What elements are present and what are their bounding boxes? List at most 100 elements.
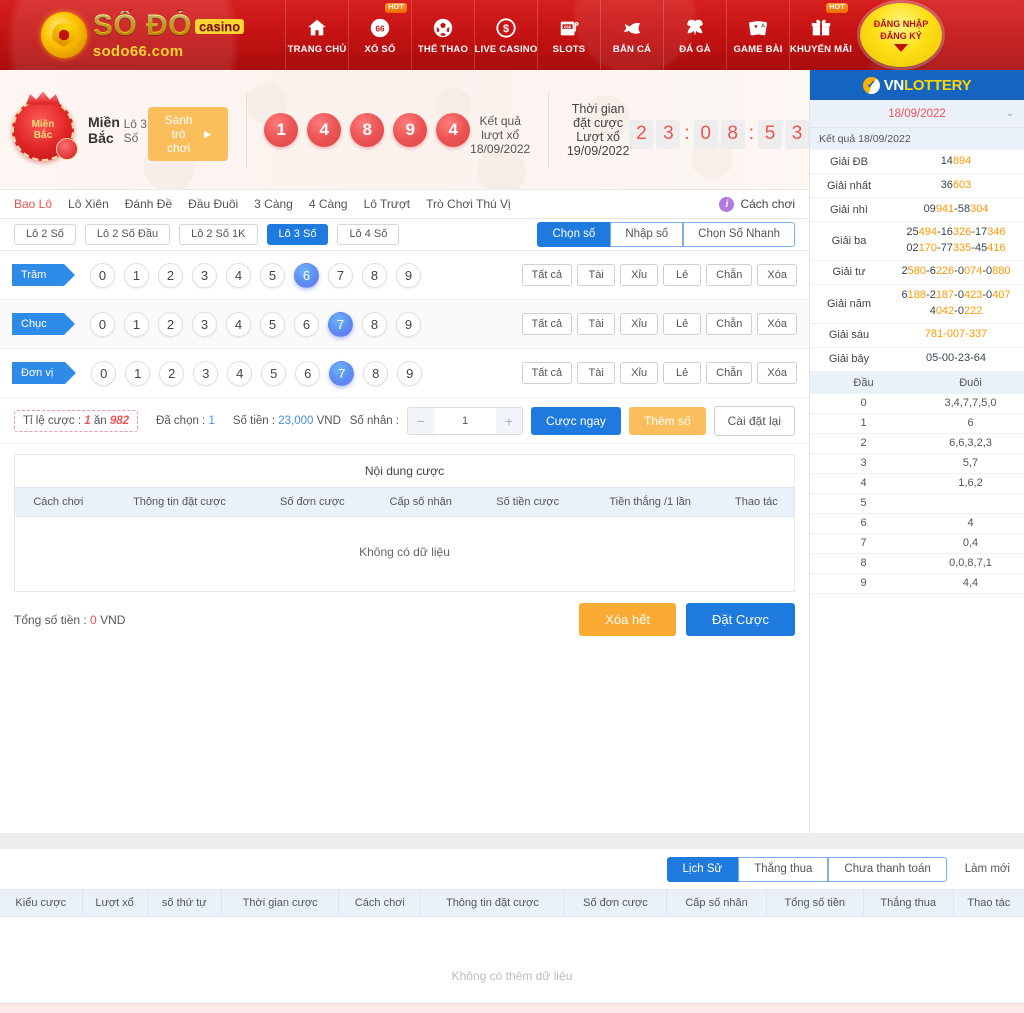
increment-button[interactable]: + [496,407,522,434]
game-tab-2[interactable]: Đánh Đề [125,197,172,211]
digit-button-0[interactable]: 0 [91,360,117,386]
digit-button-1[interactable]: 1 [124,262,149,288]
digit-button-0[interactable]: 0 [90,311,115,337]
digit-button-6[interactable]: 6 [295,360,321,386]
prize-label: Giải nhất [826,179,872,192]
bet-subtab-3[interactable]: Lô 3 Số [266,224,329,245]
row-action-5[interactable]: Xóa [757,263,797,287]
nav-item-2[interactable]: THỂ THAO [411,0,474,70]
reset-button[interactable]: Cài đặt lại [713,405,795,436]
row-action-3[interactable]: Lẻ [663,312,702,336]
game-tab-3[interactable]: Đầu Đuôi [188,197,238,211]
game-tab-5[interactable]: 4 Càng [309,197,348,211]
row-action-4[interactable]: Chẵn [706,361,753,385]
row-action-0[interactable]: Tất cả [521,361,573,385]
digit-button-1[interactable]: 1 [124,311,149,337]
row-action-1[interactable]: Tài [577,263,616,287]
digit-button-9[interactable]: 9 [396,262,421,288]
duoi-value: 0,4 [962,536,979,549]
row-action-2[interactable]: Xỉu [620,263,659,287]
digit-button-5[interactable]: 5 [260,311,285,337]
digit-button-3[interactable]: 3 [192,311,217,337]
digit-button-8[interactable]: 8 [362,311,387,337]
digit-button-4[interactable]: 4 [227,360,253,386]
digit-button-3[interactable]: 3 [192,262,217,288]
clear-all-button[interactable]: Xóa hết [579,603,677,636]
refresh-link[interactable]: Làm mới [965,863,1010,875]
history-tab-1[interactable]: Thắng thua [738,857,829,882]
nav-item-1[interactable]: 66 XỔ SỐ HOT [348,0,411,70]
multiplier-input[interactable] [434,407,496,434]
digit-button-1[interactable]: 1 [125,360,151,386]
game-lobby-button[interactable]: Sành trò chơi ► [147,107,228,161]
history-tab-2[interactable]: Chưa thanh toán [828,857,947,882]
digit-button-4[interactable]: 4 [226,311,251,337]
digit-button-3[interactable]: 3 [193,360,219,386]
digit-button-5[interactable]: 5 [260,262,285,288]
bet-subtab-1[interactable]: Lô 2 Số Đầu [84,224,171,245]
site-logo[interactable]: SỐ ĐỎ casino sodo66.com [0,11,285,59]
history-tab-0[interactable]: Lịch Sử [666,857,739,882]
digit-button-6[interactable]: 6 [294,262,319,288]
decrement-button[interactable]: − [408,407,434,434]
digit-button-7[interactable]: 7 [328,311,353,337]
game-tab-7[interactable]: Trò Chơi Thú Vị [426,197,511,211]
row-action-5[interactable]: Xóa [757,361,797,385]
row-action-0[interactable]: Tất cả [521,312,573,336]
row-action-4[interactable]: Chẵn [706,312,753,336]
place-bet-button[interactable]: Đặt Cược [686,603,795,636]
row-action-0[interactable]: Tất cả [521,263,573,287]
game-tab-4[interactable]: 3 Càng [254,197,293,211]
vnlottery-header: ✓ VNLOTTERY [810,70,1024,100]
howto-play-link[interactable]: i Cách chơi [719,196,795,212]
add-number-button[interactable]: Thêm số [628,406,706,435]
input-mode-0[interactable]: Chọn số [537,222,611,247]
bet-subtab-4[interactable]: Lô 4 Số [337,224,400,245]
row-action-3[interactable]: Lẻ [663,361,702,385]
digit-button-9[interactable]: 9 [397,360,423,386]
input-mode-1[interactable]: Nhập số [610,222,684,247]
nav-item-3[interactable]: $ LIVE CASINO [474,0,537,70]
result-balls-section: 14894 Kết quả lượt xổ 18/09/2022 [264,103,530,156]
nav-item-6[interactable]: ĐÁ GÀ [663,0,726,70]
nav-item-5[interactable]: BẮN CÁ [600,0,663,70]
digit-button-7[interactable]: 7 [328,262,353,288]
dau-duoi-header-duoi: Đuôi [959,376,982,389]
digit-button-0[interactable]: 0 [90,262,115,288]
nav-item-8[interactable]: KHUYẾN MÃI HOT [789,0,852,70]
countdown-section: Thời gian đặt cược Lượt xổ 19/09/2022 23… [567,102,809,158]
digit-button-9[interactable]: 9 [396,311,421,337]
bet-subtab-0[interactable]: Lô 2 Số [14,224,76,245]
digit-button-2[interactable]: 2 [158,311,183,337]
bet-now-button[interactable]: Cược ngay [531,406,621,435]
row-action-2[interactable]: Xỉu [620,361,659,385]
digit-button-6[interactable]: 6 [294,311,319,337]
nav-item-4[interactable]: 666 SLOTS [537,0,600,70]
bet-subtab-2[interactable]: Lô 2 Số 1K [179,224,258,245]
row-action-1[interactable]: Tài [577,312,616,336]
digit-button-4[interactable]: 4 [226,262,251,288]
row-action-4[interactable]: Chẵn [706,263,753,287]
row-action-3[interactable]: Lẻ [663,263,702,287]
row-action-5[interactable]: Xóa [757,312,797,336]
results-date-selector[interactable]: 18/09/2022 ⌄ [810,100,1024,128]
prize-value-line: 25494-16326-17346 [890,225,1022,241]
digit-button-8[interactable]: 8 [363,360,389,386]
digit-button-2[interactable]: 2 [159,360,185,386]
row-action-1[interactable]: Tài [577,361,616,385]
login-register-button[interactable]: ĐĂNG NHẬP ĐĂNG KÝ [860,3,942,67]
nav-item-0[interactable]: TRANG CHỦ [285,0,348,70]
game-tab-1[interactable]: Lô Xiên [68,197,109,211]
nav-item-7[interactable]: ♥ A GAME BÀI [726,0,789,70]
game-tab-6[interactable]: Lô Trượt [364,197,411,211]
input-mode-2[interactable]: Chọn Số Nhanh [683,222,795,247]
game-tab-0[interactable]: Bao Lô [14,197,52,211]
quantity-stepper[interactable]: − + [407,406,523,435]
digit-button-7[interactable]: 7 [329,360,355,386]
row-action-2[interactable]: Xỉu [620,312,659,336]
digit-button-2[interactable]: 2 [158,262,183,288]
prize-segment: 603 [952,178,972,191]
prize-value-line: 36603 [890,178,1022,194]
digit-button-5[interactable]: 5 [261,360,287,386]
digit-button-8[interactable]: 8 [362,262,387,288]
